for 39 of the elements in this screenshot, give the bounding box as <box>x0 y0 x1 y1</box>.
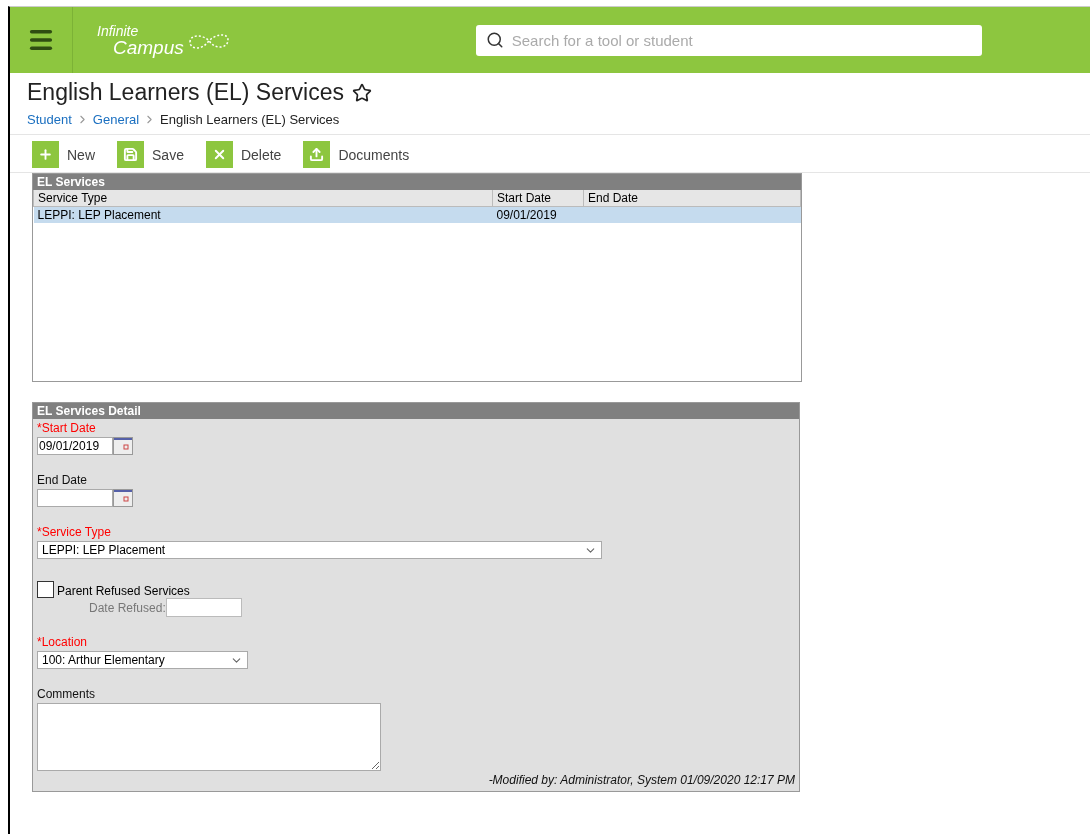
dropdown[interactable]: 100: Arthur Elementary <box>37 651 248 669</box>
column-header[interactable]: Service Type <box>33 190 493 207</box>
documents-icon <box>303 141 331 168</box>
panel-title: EL Services Detail <box>33 403 799 419</box>
date-field[interactable] <box>37 489 113 507</box>
documents-button[interactable]: Documents <box>303 141 410 168</box>
field-label: End Date <box>37 473 89 487</box>
breadcrumb-link[interactable]: Student <box>27 112 72 127</box>
save-button[interactable]: Save <box>117 141 184 168</box>
field-label: Date Refused: <box>89 600 166 615</box>
new-button[interactable]: New <box>32 141 95 168</box>
modified-note: -Modified by: Administrator, System 01/09/2020 12:17 PM <box>487 773 795 789</box>
delete-icon <box>205 141 233 168</box>
search-field[interactable]: Search for a tool or student <box>475 24 982 56</box>
field-label: *Service Type <box>37 525 112 539</box>
page-title: English Learners (EL) Services <box>27 79 345 106</box>
comments-field[interactable] <box>37 703 381 771</box>
field-label: *Start Date <box>37 421 97 435</box>
column-header[interactable]: End Date <box>583 190 801 207</box>
date-refused-field[interactable] <box>165 598 242 617</box>
panel-title: EL Services <box>33 174 801 190</box>
calendar-icon[interactable] <box>113 437 133 455</box>
new-icon <box>32 141 59 168</box>
delete-button[interactable]: Delete <box>205 141 282 168</box>
column-header[interactable]: Start Date <box>492 190 584 207</box>
breadcrumb-current: English Learners (EL) Services <box>160 112 340 127</box>
field-label: Comments <box>37 687 96 701</box>
checkbox-label: Parent Refused Services <box>57 584 190 598</box>
breadcrumb-link[interactable]: General <box>92 112 140 127</box>
checkbox[interactable] <box>37 581 54 598</box>
field-label: *Location <box>37 635 89 649</box>
logo: Infinite Campus <box>97 23 232 57</box>
search-icon <box>485 30 504 49</box>
save-icon <box>117 141 144 168</box>
star-icon[interactable] <box>352 82 373 103</box>
date-field[interactable]: 09/01/2019 <box>37 437 113 455</box>
table-row[interactable]: LEPPI: LEP Placement 09/01/2019 <box>33 206 801 223</box>
dropdown[interactable]: LEPPI: LEP Placement <box>37 541 602 559</box>
calendar-icon[interactable] <box>113 489 133 507</box>
